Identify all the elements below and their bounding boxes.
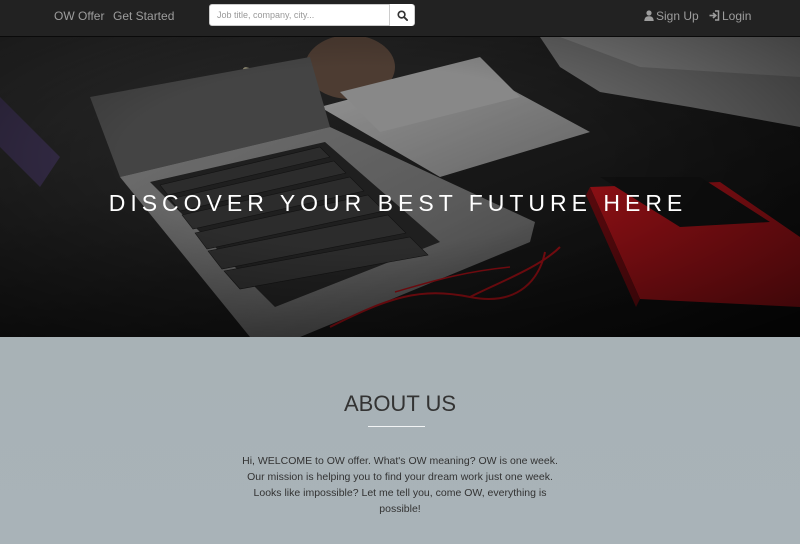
nav-signup-label: Sign Up: [656, 9, 699, 23]
nav-get-started-link[interactable]: Get Started: [113, 0, 174, 32]
about-divider: [368, 426, 425, 427]
about-title: ABOUT US: [343, 391, 457, 416]
about-text: Hi, WELCOME to OW offer. What's OW meani…: [242, 455, 558, 515]
hero-title: DISCOVER YOUR BEST FUTURE HERE: [108, 190, 688, 216]
search-button[interactable]: [389, 4, 414, 26]
nav-login-label: Login: [722, 9, 752, 23]
search-input[interactable]: [210, 5, 391, 25]
login-icon: [709, 10, 720, 21]
user-icon: [644, 10, 654, 21]
nav-login-link[interactable]: Login: [709, 0, 751, 32]
nav-signup-link[interactable]: Sign Up: [644, 0, 699, 32]
hero-banner: DISCOVER YOUR BEST FUTURE HERE: [0, 37, 800, 337]
top-navbar: OW Offer Get Started Sign Up Login: [0, 0, 800, 37]
nav-brand-link[interactable]: OW Offer: [54, 0, 104, 32]
hero-background-image: [0, 37, 800, 337]
search-icon: [396, 9, 408, 21]
search-form: [209, 4, 415, 26]
about-section: ABOUT US Hi, WELCOME to OW offer. What's…: [0, 337, 800, 544]
